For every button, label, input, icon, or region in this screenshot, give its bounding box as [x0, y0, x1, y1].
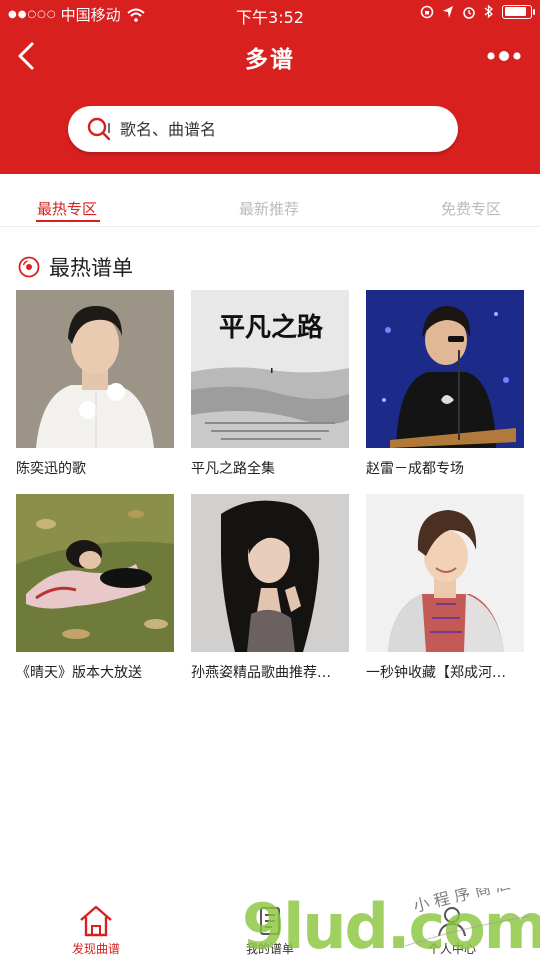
section-header: 最热谱单	[18, 252, 133, 282]
playlist-title: 平凡之路全集	[191, 461, 275, 477]
playlist-cover-image	[366, 290, 524, 448]
tab-hottest[interactable]: 最热专区	[37, 198, 97, 219]
battery-level-fill	[504, 7, 526, 16]
bottom-tab-bar: 发现曲谱 我的谱单 个人中心	[0, 898, 540, 960]
bottom-tab-profile[interactable]: 个人中心	[392, 904, 512, 957]
vinyl-record-icon	[18, 256, 40, 278]
playlist-title: 孙燕姿精品歌曲推荐…	[191, 665, 331, 681]
playlist-cover-image	[366, 494, 524, 652]
rotation-lock-icon	[420, 5, 434, 18]
alarm-icon	[463, 6, 475, 19]
playlist-card[interactable]: 平凡之路 平凡之路全集	[191, 290, 349, 478]
playlist-title: 一秒钟收藏【郑成河…	[366, 665, 506, 681]
active-tab-indicator	[36, 220, 100, 222]
album-cover-title: 平凡之路	[219, 312, 324, 343]
bottom-tab-my-playlists[interactable]: 我的谱单	[210, 904, 330, 957]
tab-latest[interactable]: 最新推荐	[239, 198, 299, 219]
home-icon	[80, 905, 112, 937]
bottom-tab-label: 我的谱单	[245, 942, 294, 956]
playlist-card[interactable]: 赵雷－成都专场	[366, 290, 524, 478]
nav-bar: 多谱	[0, 28, 540, 84]
playlist-cover-image	[191, 494, 349, 652]
playlist-cover-image: 平凡之路	[191, 290, 349, 448]
bluetooth-icon	[484, 4, 493, 19]
playlist-card[interactable]: 一秒钟收藏【郑成河…	[366, 494, 524, 682]
app-header: ●●○○○ 中国移动 下午3:52 多谱 歌名、曲谱名	[0, 0, 540, 174]
status-right	[420, 4, 535, 19]
playlist-card[interactable]: 陈奕迅的歌	[16, 290, 174, 478]
more-options-icon[interactable]	[484, 42, 524, 70]
status-bar: ●●○○○ 中国移动 下午3:52	[0, 0, 540, 28]
list-icon	[260, 907, 280, 935]
section-title: 最热谱单	[49, 256, 133, 280]
search-icon	[87, 117, 111, 141]
bottom-tab-label: 发现曲谱	[71, 942, 120, 956]
playlist-title: 《晴天》版本大放送	[16, 665, 142, 681]
category-tabs: 最热专区 最新推荐 免费专区	[0, 186, 540, 227]
user-icon	[438, 907, 466, 937]
search-input[interactable]	[118, 118, 422, 140]
location-icon	[443, 5, 453, 18]
bottom-tab-label: 个人中心	[427, 942, 476, 956]
playlist-card[interactable]: 孙燕姿精品歌曲推荐…	[191, 494, 349, 682]
playlist-card[interactable]: 《晴天》版本大放送	[16, 494, 174, 682]
playlist-title: 赵雷－成都专场	[366, 461, 464, 477]
playlist-cover-image	[16, 494, 174, 652]
battery-icon	[502, 4, 535, 19]
playlist-title: 陈奕迅的歌	[16, 461, 86, 477]
bottom-tab-discover[interactable]: 发现曲谱	[36, 904, 156, 957]
tab-free[interactable]: 免费专区	[441, 198, 501, 219]
playlist-cover-image	[16, 290, 174, 448]
page-title: 多谱	[245, 47, 295, 73]
search-bar[interactable]	[68, 106, 458, 152]
